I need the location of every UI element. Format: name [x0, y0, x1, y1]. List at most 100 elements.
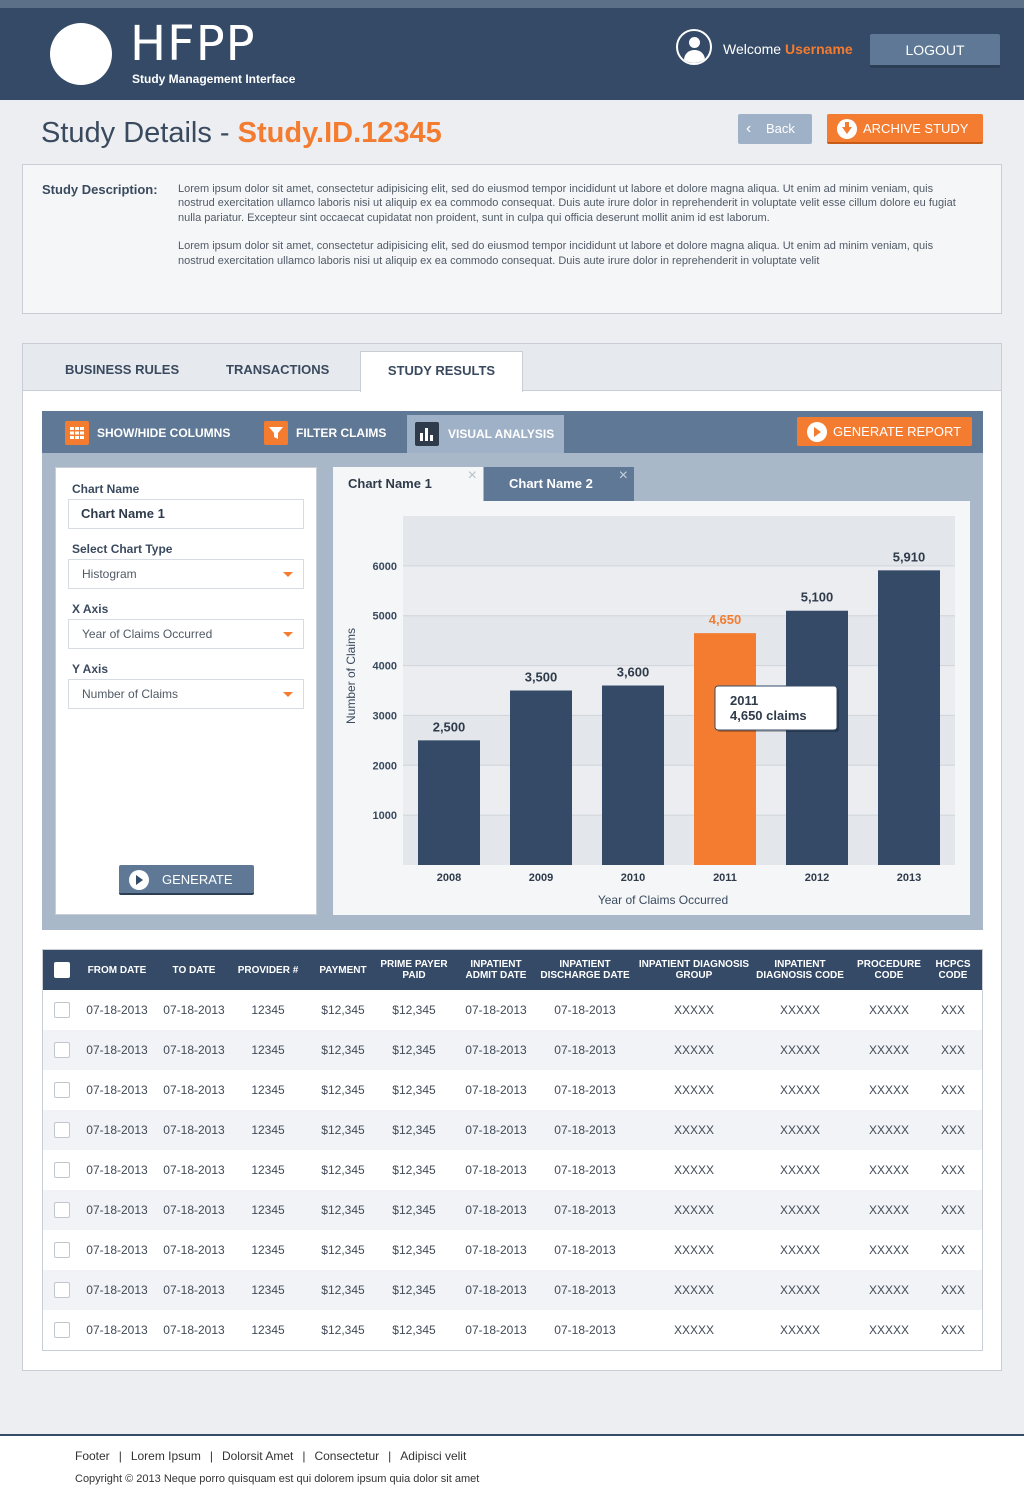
generate-chart-button[interactable]: GENERATE [119, 865, 254, 895]
table-row[interactable]: 07-18-2013 07-18-2013 12345 $12,345 $12,345 0… [43, 1310, 982, 1350]
chart-tab-2[interactable]: Chart Name 2 × [484, 467, 634, 501]
table-row[interactable]: 07-18-2013 07-18-2013 12345 $12,345 $12,345 0… [43, 1190, 982, 1230]
row-checkbox[interactable] [54, 1122, 70, 1138]
tab-business-rules[interactable]: BUSINESS RULES [65, 362, 179, 377]
column-header[interactable]: INPATIENT DISCHARGE DATE [535, 950, 635, 990]
table-cell: XXXXX [868, 1003, 910, 1017]
welcome-text: Welcome Username [723, 41, 853, 57]
username[interactable]: Username [785, 41, 853, 57]
x-tick-label: 2008 [437, 872, 461, 884]
table-cell: XXXXX [673, 1203, 715, 1217]
table-row[interactable]: 07-18-2013 07-18-2013 12345 $12,345 $12,345 0… [43, 990, 982, 1030]
description-paragraph-2: Lorem ipsum dolor sit amet, consectetur … [178, 240, 934, 267]
y-axis-select[interactable]: Number of Claims [68, 679, 304, 709]
row-checkbox[interactable] [54, 1242, 70, 1258]
description-paragraph-1: Lorem ipsum dolor sit amet, consectetur … [178, 183, 956, 224]
row-checkbox[interactable] [54, 1282, 70, 1298]
table-cell: $12,345 [321, 1123, 365, 1137]
logo-icon [50, 23, 112, 85]
archive-study-button[interactable]: ARCHIVE STUDY [827, 114, 983, 144]
tab-study-results[interactable]: STUDY RESULTS [360, 351, 523, 392]
table-cell: 07-18-2013 [465, 1283, 527, 1297]
footer-link[interactable]: Lorem Ipsum [131, 1449, 201, 1463]
table-row[interactable]: 07-18-2013 07-18-2013 12345 $12,345 $12,345 0… [43, 1070, 982, 1110]
tab-transactions[interactable]: TRANSACTIONS [226, 362, 329, 377]
close-icon[interactable]: × [619, 459, 628, 493]
generate-report-label: GENERATE REPORT [833, 424, 962, 439]
data-label: 2,500 [433, 719, 466, 734]
column-header[interactable]: INPATIENT ADMIT DATE [458, 950, 534, 990]
close-icon[interactable]: × [468, 459, 477, 493]
row-checkbox[interactable] [54, 1162, 70, 1178]
row-checkbox[interactable] [54, 1082, 70, 1098]
chart-type-select[interactable]: Histogram [68, 559, 304, 589]
study-description-text: Lorem ipsum dolor sit amet, consectetur … [178, 182, 968, 282]
row-checkbox[interactable] [54, 1042, 70, 1058]
table-cell: 07-18-2013 [163, 1283, 225, 1297]
filter-claims-button[interactable]: FILTER CLAIMS [264, 421, 394, 445]
user-avatar-icon[interactable] [676, 29, 712, 65]
row-checkbox[interactable] [54, 1322, 70, 1338]
y-tick-label: 2000 [373, 760, 397, 772]
table-cell: XXX [940, 1003, 965, 1017]
table-cell: XXXXX [673, 1163, 715, 1177]
tab-bar: BUSINESS RULES TRANSACTIONS STUDY RESULT… [23, 344, 1001, 392]
column-header[interactable]: FROM DATE [78, 950, 156, 990]
table-cell: XXXXX [868, 1123, 910, 1137]
table-cell: $12,345 [321, 1283, 365, 1297]
x-axis-select[interactable]: Year of Claims Occurred [68, 619, 304, 649]
row-checkbox[interactable] [54, 1202, 70, 1218]
table-cell: 12345 [251, 1323, 285, 1337]
table-cell: XXXXX [779, 1323, 821, 1337]
footer-link[interactable]: Consectetur [314, 1449, 379, 1463]
visual-analysis-button[interactable]: VISUAL ANALYSIS [407, 415, 564, 453]
table-cell: 07-18-2013 [86, 1123, 148, 1137]
column-header[interactable]: INPATIENT DIAGNOSIS GROUP [634, 950, 754, 990]
column-header[interactable]: TO DATE [159, 950, 229, 990]
archive-label: ARCHIVE STUDY [863, 121, 969, 136]
table-row[interactable]: 07-18-2013 07-18-2013 12345 $12,345 $12,345 0… [43, 1270, 982, 1310]
back-button[interactable]: ‹ Back [738, 114, 812, 144]
table-cell: 07-18-2013 [86, 1283, 148, 1297]
table-cell: 07-18-2013 [163, 1203, 225, 1217]
chart-name-input[interactable]: Chart Name 1 [68, 499, 304, 529]
chart-type-value: Histogram [82, 567, 137, 581]
column-header[interactable]: PROVIDER # [232, 950, 304, 990]
table-row[interactable]: 07-18-2013 07-18-2013 12345 $12,345 $12,345 0… [43, 1230, 982, 1270]
column-header[interactable]: PAYMENT [312, 950, 374, 990]
table-cell: $12,345 [392, 1123, 436, 1137]
table-row[interactable]: 07-18-2013 07-18-2013 12345 $12,345 $12,345 0… [43, 1110, 982, 1150]
table-cell: 07-18-2013 [163, 1243, 225, 1257]
bar [878, 570, 940, 865]
y-tick-label: 6000 [373, 561, 397, 573]
table-cell: 07-18-2013 [554, 1203, 616, 1217]
bar [694, 633, 756, 865]
row-checkbox[interactable] [54, 1002, 70, 1018]
column-header[interactable]: INPATIENT DIAGNOSIS CODE [750, 950, 850, 990]
footer-link[interactable]: Dolorsit Amet [222, 1449, 293, 1463]
table-row[interactable]: 07-18-2013 07-18-2013 12345 $12,345 $12,345 0… [43, 1150, 982, 1190]
footer-link[interactable]: Footer [75, 1449, 110, 1463]
table-cell: 07-18-2013 [163, 1043, 225, 1057]
column-header[interactable]: PRIME PAYER PAID [379, 950, 449, 990]
column-header[interactable]: HCPCS CODE [929, 950, 977, 990]
footer-separator: | [388, 1449, 392, 1463]
table-cell: XXXXX [868, 1323, 910, 1337]
download-arrow-icon [837, 119, 857, 139]
chart-tab-1[interactable]: Chart Name 1 × [333, 467, 483, 501]
show-hide-columns-button[interactable]: SHOW/HIDE COLUMNS [65, 421, 235, 445]
page-footer: Footer | Lorem Ipsum | Dolorsit Amet | Consect… [0, 1434, 1024, 1504]
table-cell: 07-18-2013 [554, 1083, 616, 1097]
chart-tab-1-label: Chart Name 1 [348, 476, 432, 491]
table-cell: 07-18-2013 [554, 1323, 616, 1337]
table-cell: 07-18-2013 [465, 1163, 527, 1177]
study-description-box: Study Description: Lorem ipsum dolor sit… [22, 164, 1002, 314]
logout-button[interactable]: LOGOUT [870, 34, 1000, 68]
table-row[interactable]: 07-18-2013 07-18-2013 12345 $12,345 $12,345 0… [43, 1030, 982, 1070]
table-cell: 07-18-2013 [554, 1123, 616, 1137]
generate-report-button[interactable]: GENERATE REPORT [797, 417, 972, 446]
select-all-checkbox[interactable] [54, 962, 70, 978]
column-header[interactable]: PROCEDURE CODE [850, 950, 928, 990]
footer-link[interactable]: Adipisci velit [400, 1449, 466, 1463]
table-cell: 07-18-2013 [554, 1283, 616, 1297]
